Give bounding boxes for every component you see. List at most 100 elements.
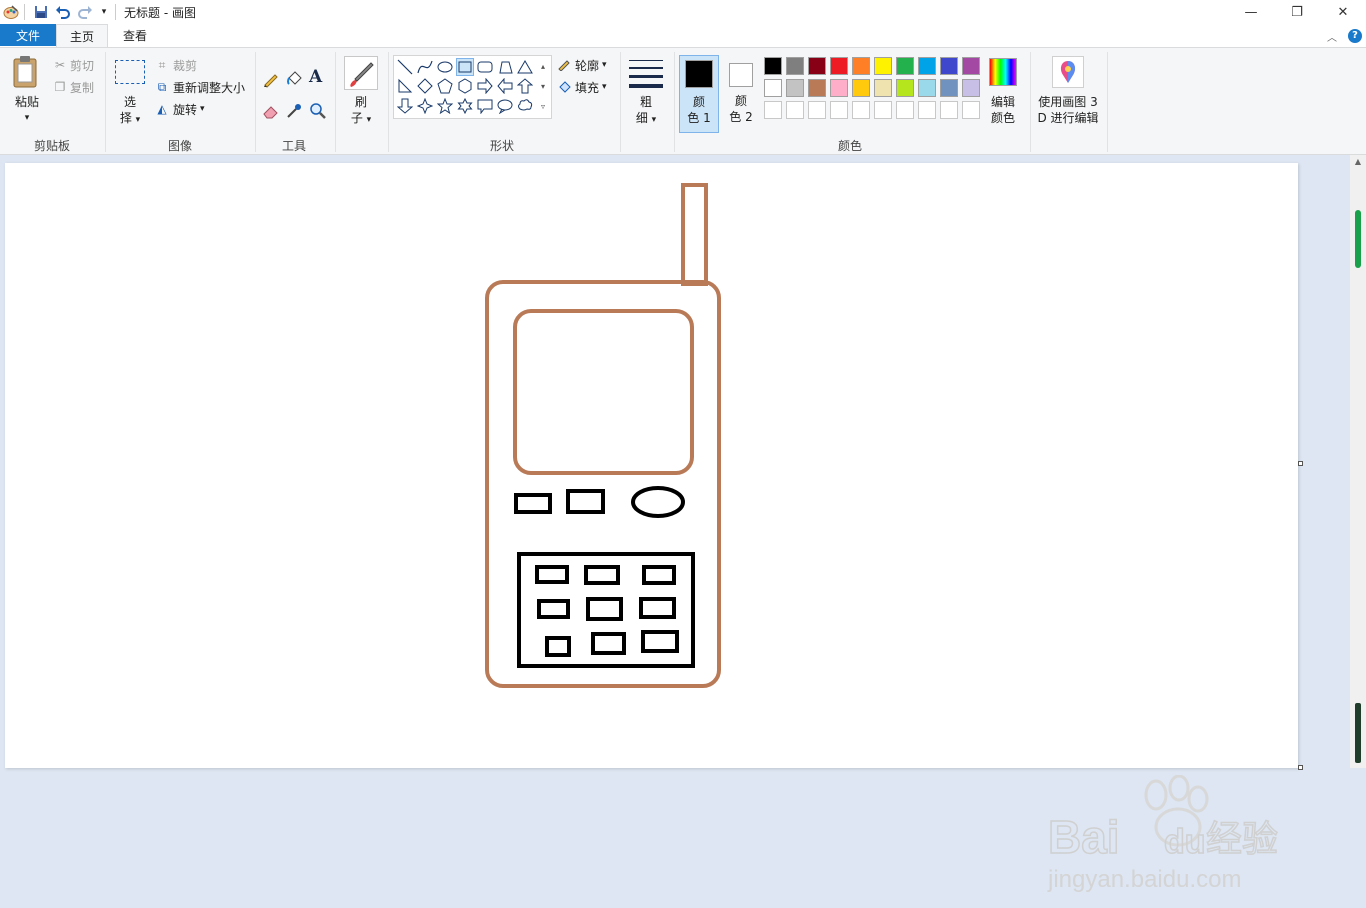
help-icon[interactable]: ? xyxy=(1347,28,1363,44)
minimize-button[interactable]: — xyxy=(1228,0,1274,24)
palette-color-swatch[interactable] xyxy=(874,57,892,75)
collapse-ribbon-icon[interactable]: ︿ xyxy=(1325,28,1339,44)
copy-button[interactable]: ❐ 复制 xyxy=(52,79,94,95)
rotate-button[interactable]: ◭ 旋转 ▾ xyxy=(155,101,204,117)
color-2-button[interactable]: 颜色 2 xyxy=(722,55,762,133)
palette-color-swatch[interactable] xyxy=(808,79,826,97)
scroll-up-icon[interactable]: ▲ xyxy=(1350,157,1366,169)
scrollbar-thumb[interactable] xyxy=(1355,210,1361,268)
color-picker-icon[interactable] xyxy=(285,102,303,120)
palette-color-swatch[interactable] xyxy=(808,57,826,75)
down-arrow-shape-icon[interactable] xyxy=(396,97,414,115)
brush-icon[interactable] xyxy=(344,56,378,90)
palette-color-swatch[interactable] xyxy=(874,79,892,97)
oval-shape-icon[interactable] xyxy=(436,58,454,76)
vertical-scrollbar[interactable]: ▲ xyxy=(1350,155,1366,768)
palette-color-swatch[interactable] xyxy=(830,57,848,75)
custom-color-slot[interactable] xyxy=(808,101,826,119)
palette-color-swatch[interactable] xyxy=(962,79,980,97)
drawing-canvas[interactable] xyxy=(5,163,1303,770)
rect-callout-shape-icon[interactable] xyxy=(476,97,494,115)
palette-color-swatch[interactable] xyxy=(764,79,782,97)
polygon-shape-icon[interactable] xyxy=(496,58,514,76)
line-shape-icon[interactable] xyxy=(396,58,414,76)
tab-file[interactable]: 文件 xyxy=(0,24,56,46)
canvas-resize-handle-right[interactable] xyxy=(1298,461,1303,466)
keypad-key xyxy=(639,597,676,619)
six-point-star-shape-icon[interactable] xyxy=(456,97,474,115)
paint3d-button[interactable]: 使用画图 3D 进行编辑 xyxy=(1036,94,1100,126)
paint-app-icon[interactable] xyxy=(2,3,20,21)
magnifier-icon[interactable] xyxy=(309,102,327,120)
triangle-shape-icon[interactable] xyxy=(516,58,534,76)
line-size-icon[interactable] xyxy=(629,58,663,90)
paste-icon[interactable] xyxy=(10,54,42,90)
palette-color-swatch[interactable] xyxy=(830,79,848,97)
tab-home[interactable]: 主页 xyxy=(56,24,108,47)
custom-color-slot[interactable] xyxy=(852,101,870,119)
close-button[interactable]: ✕ xyxy=(1320,0,1366,24)
custom-color-slot[interactable] xyxy=(896,101,914,119)
fill-button[interactable]: 填充 ▾ xyxy=(557,79,607,95)
five-point-star-shape-icon[interactable] xyxy=(436,97,454,115)
custom-color-slot[interactable] xyxy=(918,101,936,119)
outline-button[interactable]: 轮廓 ▾ xyxy=(557,57,607,73)
palette-color-swatch[interactable] xyxy=(896,79,914,97)
cloud-callout-shape-icon[interactable] xyxy=(516,97,534,115)
custom-color-slot[interactable] xyxy=(962,101,980,119)
paint3d-icon[interactable] xyxy=(1052,56,1084,88)
palette-color-swatch[interactable] xyxy=(940,57,958,75)
pentagon-shape-icon[interactable] xyxy=(436,77,454,95)
palette-color-swatch[interactable] xyxy=(918,79,936,97)
select-icon[interactable] xyxy=(115,60,145,84)
color-1-button[interactable]: 颜色 1 xyxy=(679,55,719,133)
palette-color-swatch[interactable] xyxy=(764,57,782,75)
custom-color-slot[interactable] xyxy=(874,101,892,119)
crop-icon: ⌗ xyxy=(158,57,166,72)
rectangle-shape-icon[interactable] xyxy=(456,58,474,76)
pencil-icon[interactable] xyxy=(262,70,280,88)
edit-colors-icon[interactable] xyxy=(989,58,1017,86)
redo-icon[interactable] xyxy=(76,3,94,21)
tab-view[interactable]: 查看 xyxy=(110,24,160,47)
crop-button[interactable]: ⌗ 裁剪 xyxy=(155,57,197,73)
custom-color-slot[interactable] xyxy=(830,101,848,119)
diamond-shape-icon[interactable] xyxy=(416,77,434,95)
save-icon[interactable] xyxy=(32,3,50,21)
left-arrow-shape-icon[interactable] xyxy=(496,77,514,95)
palette-color-swatch[interactable] xyxy=(852,57,870,75)
maximize-button[interactable]: ❐ xyxy=(1274,0,1320,24)
resize-button[interactable]: ⧉ 重新调整大小 xyxy=(155,79,245,95)
select-button[interactable]: 选择 ▾ xyxy=(113,94,147,128)
right-arrow-shape-icon[interactable] xyxy=(476,77,494,95)
palette-color-swatch[interactable] xyxy=(896,57,914,75)
paste-button[interactable]: 粘贴 xyxy=(8,94,46,110)
four-point-star-shape-icon[interactable] xyxy=(416,97,434,115)
cut-button[interactable]: ✂ 剪切 xyxy=(52,57,94,73)
edit-colors-button[interactable]: 编辑 颜色 xyxy=(984,94,1022,126)
rounded-rectangle-shape-icon[interactable] xyxy=(476,58,494,76)
fill-bucket-icon[interactable] xyxy=(285,70,303,88)
oval-callout-shape-icon[interactable] xyxy=(496,97,514,115)
text-tool-icon[interactable]: A xyxy=(309,67,327,89)
paste-dropdown-icon[interactable]: ▾ xyxy=(8,110,46,126)
custom-color-slot[interactable] xyxy=(786,101,804,119)
palette-color-swatch[interactable] xyxy=(918,57,936,75)
palette-color-swatch[interactable] xyxy=(962,57,980,75)
size-button[interactable]: 粗细 ▾ xyxy=(628,94,664,128)
palette-color-swatch[interactable] xyxy=(940,79,958,97)
hexagon-shape-icon[interactable] xyxy=(456,77,474,95)
customize-toolbar-icon[interactable]: ▾ xyxy=(97,3,111,21)
shapes-scroll[interactable]: ▴ ▾ ▿ xyxy=(538,57,548,115)
custom-color-slot[interactable] xyxy=(940,101,958,119)
palette-color-swatch[interactable] xyxy=(786,57,804,75)
custom-color-slot[interactable] xyxy=(764,101,782,119)
undo-icon[interactable] xyxy=(54,3,72,21)
brushes-button[interactable]: 刷子 ▾ xyxy=(343,94,379,128)
curve-shape-icon[interactable] xyxy=(416,58,434,76)
palette-color-swatch[interactable] xyxy=(786,79,804,97)
right-triangle-shape-icon[interactable] xyxy=(396,77,414,95)
eraser-icon[interactable] xyxy=(262,102,280,120)
palette-color-swatch[interactable] xyxy=(852,79,870,97)
up-arrow-shape-icon[interactable] xyxy=(516,77,534,95)
